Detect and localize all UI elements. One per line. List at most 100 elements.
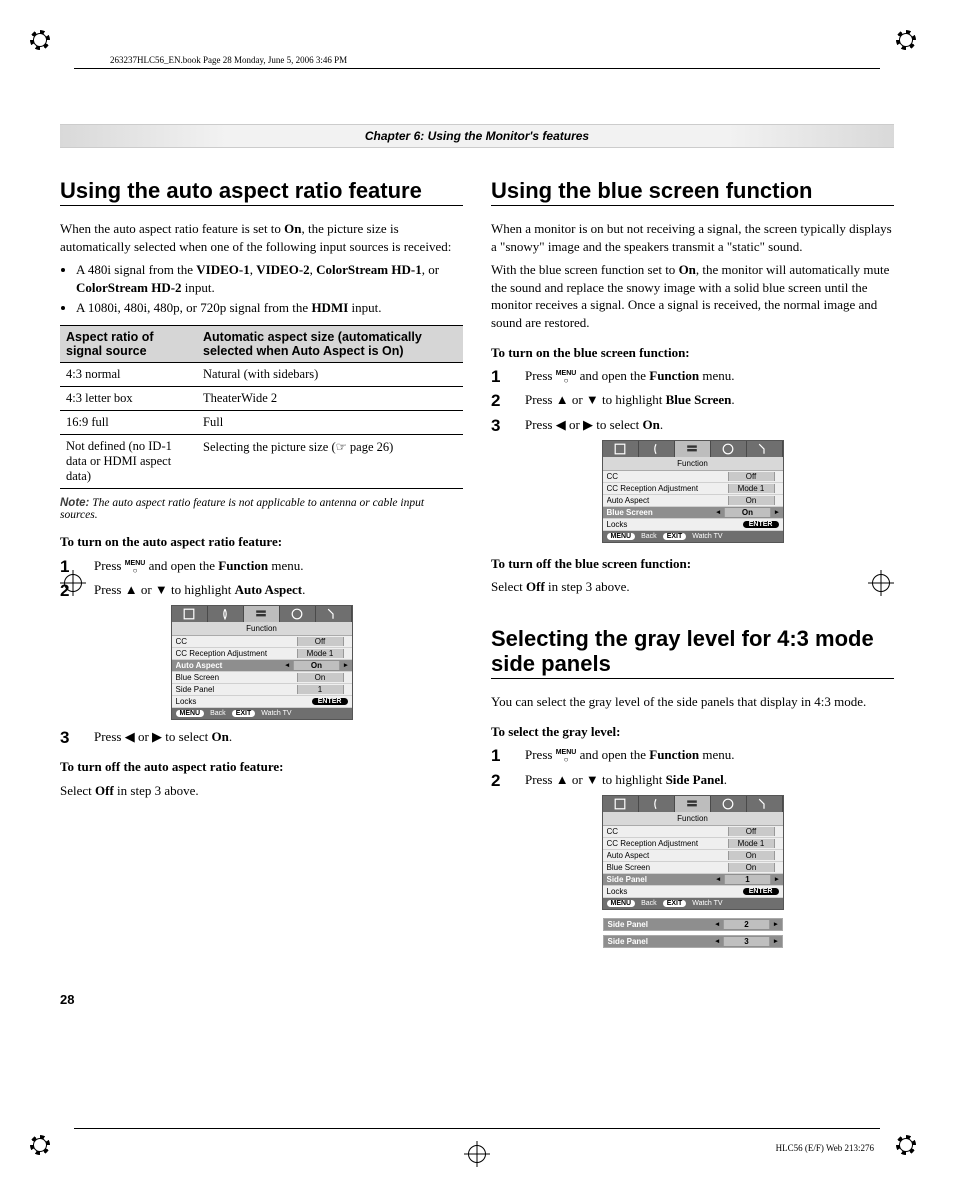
list-item: A 480i signal from the VIDEO-1, VIDEO-2,…: [76, 261, 463, 296]
menu-pill-icon: MENU: [607, 533, 636, 540]
osd-tab-icon: [244, 606, 280, 622]
step-list: Press ◀ or ▶ to select On.: [60, 728, 463, 746]
menu-button-icon: MENU○: [556, 749, 577, 763]
table-row: 4:3 normalNatural (with sidebars): [60, 363, 463, 387]
instruction-heading: To turn off the blue screen function:: [491, 555, 894, 573]
running-head: Chapter 6: Using the Monitor's features: [60, 124, 894, 148]
step: Press ▲ or ▼ to highlight Side Panel.: [491, 771, 894, 789]
registration-mark-icon: [896, 1135, 924, 1163]
osd-menu: Function CCOff CC Reception AdjustmentMo…: [602, 795, 784, 910]
osd-row: Side Panel1: [172, 684, 352, 696]
osd-tab-icon: [747, 441, 783, 457]
osd-tab-icon: [639, 441, 675, 457]
osd-tab-icon: [603, 796, 639, 812]
osd-row-selected: Side Panel◂1▸: [603, 874, 783, 886]
right-arrow-icon: ▸: [775, 508, 779, 516]
step: Press ◀ or ▶ to select On.: [491, 416, 894, 434]
step: Press MENU○ and open the Function menu.: [491, 367, 894, 385]
osd-tab-icon: [675, 796, 711, 812]
osd-title: Function: [603, 812, 783, 826]
osd-tab-icon: [711, 441, 747, 457]
two-column-layout: Using the auto aspect ratio feature When…: [60, 178, 894, 952]
book-header: 263237HLC56_EN.book Page 28 Monday, June…: [110, 55, 844, 69]
footer-code: HLC56 (E/F) Web 213:276: [776, 1143, 874, 1153]
right-arrow-icon: ▸: [775, 875, 779, 883]
registration-mark-icon: [30, 1135, 58, 1163]
osd-menu: Function CCOff CC Reception AdjustmentMo…: [602, 440, 784, 543]
body-text: When the auto aspect ratio feature is se…: [60, 220, 463, 255]
crop-hairline: [74, 1128, 880, 1129]
left-arrow-icon: ◂: [715, 937, 719, 945]
right-arrow-icon: ▸: [774, 920, 778, 928]
left-arrow-icon: ◂: [716, 508, 720, 516]
right-arrow-icon: ▸: [344, 661, 348, 669]
left-column: Using the auto aspect ratio feature When…: [60, 178, 463, 952]
osd-tab-icon: [316, 606, 352, 622]
osd-row: LocksENTER: [603, 519, 783, 531]
step-list: Press MENU○ and open the Function menu. …: [491, 746, 894, 788]
table-header: Automatic aspect size (automatically sel…: [197, 326, 463, 363]
crop-hairline: [74, 68, 880, 69]
osd-tab-icon: [172, 606, 208, 622]
osd-row-selected: Blue Screen◂On▸: [603, 507, 783, 519]
enter-pill-icon: ENTER: [743, 521, 779, 528]
right-arrow-icon: ▸: [774, 937, 778, 945]
instruction-heading: To turn off the auto aspect ratio featur…: [60, 758, 463, 776]
osd-row: CC Reception AdjustmentMode 1: [172, 648, 352, 660]
osd-title: Function: [172, 622, 352, 636]
osd-row: CCOff: [172, 636, 352, 648]
note: Note: The auto aspect ratio feature is n…: [60, 497, 463, 521]
osd-tab-icon: [711, 796, 747, 812]
page-number: 28: [60, 992, 894, 1007]
exit-pill-icon: EXIT: [663, 533, 687, 540]
osd-row: LocksENTER: [172, 696, 352, 708]
section-heading-blue-screen: Using the blue screen function: [491, 178, 894, 206]
step: Press ▲ or ▼ to highlight Auto Aspect.: [60, 581, 463, 599]
osd-row: Blue ScreenOn: [172, 672, 352, 684]
step-list: Press MENU○ and open the Function menu. …: [491, 367, 894, 434]
registration-mark-icon: [896, 30, 924, 58]
osd-footer: MENUBack EXITWatch TV: [603, 898, 783, 909]
crop-target-icon: [464, 1141, 490, 1167]
note-label: Note:: [60, 497, 89, 509]
body-text: With the blue screen function set to On,…: [491, 261, 894, 331]
table-row: 16:9 fullFull: [60, 411, 463, 435]
list-item: A 1080i, 480i, 480p, or 720p signal from…: [76, 299, 463, 317]
osd-row: Auto AspectOn: [603, 850, 783, 862]
enter-pill-icon: ENTER: [312, 698, 348, 705]
exit-pill-icon: EXIT: [663, 900, 687, 907]
body-text: When a monitor is on but not receiving a…: [491, 220, 894, 255]
section-heading-gray-level: Selecting the gray level for 4:3 mode si…: [491, 626, 894, 680]
osd-footer: MENUBack EXITWatch TV: [172, 708, 352, 719]
step: Press ▲ or ▼ to highlight Blue Screen.: [491, 391, 894, 409]
left-arrow-icon: ◂: [715, 920, 719, 928]
menu-button-icon: MENU○: [556, 370, 577, 384]
table-row: Not defined (no ID-1 data or HDMI aspect…: [60, 435, 463, 489]
body-text: You can select the gray level of the sid…: [491, 693, 894, 711]
bullet-list: A 480i signal from the VIDEO-1, VIDEO-2,…: [76, 261, 463, 317]
instruction-heading: To select the gray level:: [491, 723, 894, 741]
osd-row: Blue ScreenOn: [603, 862, 783, 874]
osd-row: CCOff: [603, 471, 783, 483]
left-arrow-icon: ◂: [716, 875, 720, 883]
osd-extra-rows: Side Panel◂2▸ Side Panel◂3▸: [603, 918, 783, 948]
osd-tab-icon: [639, 796, 675, 812]
enter-pill-icon: ENTER: [743, 888, 779, 895]
exit-pill-icon: EXIT: [232, 710, 256, 717]
body-text: Select Off in step 3 above.: [491, 578, 894, 596]
osd-tab-bar: [603, 441, 783, 457]
osd-row-selected: Side Panel◂3▸: [603, 935, 783, 948]
osd-tab-icon: [603, 441, 639, 457]
registration-mark-icon: [30, 30, 58, 58]
step: Press ◀ or ▶ to select On.: [60, 728, 463, 746]
page: 263237HLC56_EN.book Page 28 Monday, June…: [0, 0, 954, 1193]
osd-row: CC Reception AdjustmentMode 1: [603, 838, 783, 850]
osd-footer: MENUBack EXITWatch TV: [603, 531, 783, 542]
instruction-heading: To turn on the blue screen function:: [491, 344, 894, 362]
body-text: Select Off in step 3 above.: [60, 782, 463, 800]
menu-pill-icon: MENU: [176, 710, 205, 717]
step-list: Press MENU○ and open the Function menu. …: [60, 557, 463, 599]
aspect-ratio-table: Aspect ratio of signal source Automatic …: [60, 325, 463, 489]
osd-row: CCOff: [603, 826, 783, 838]
osd-row: LocksENTER: [603, 886, 783, 898]
